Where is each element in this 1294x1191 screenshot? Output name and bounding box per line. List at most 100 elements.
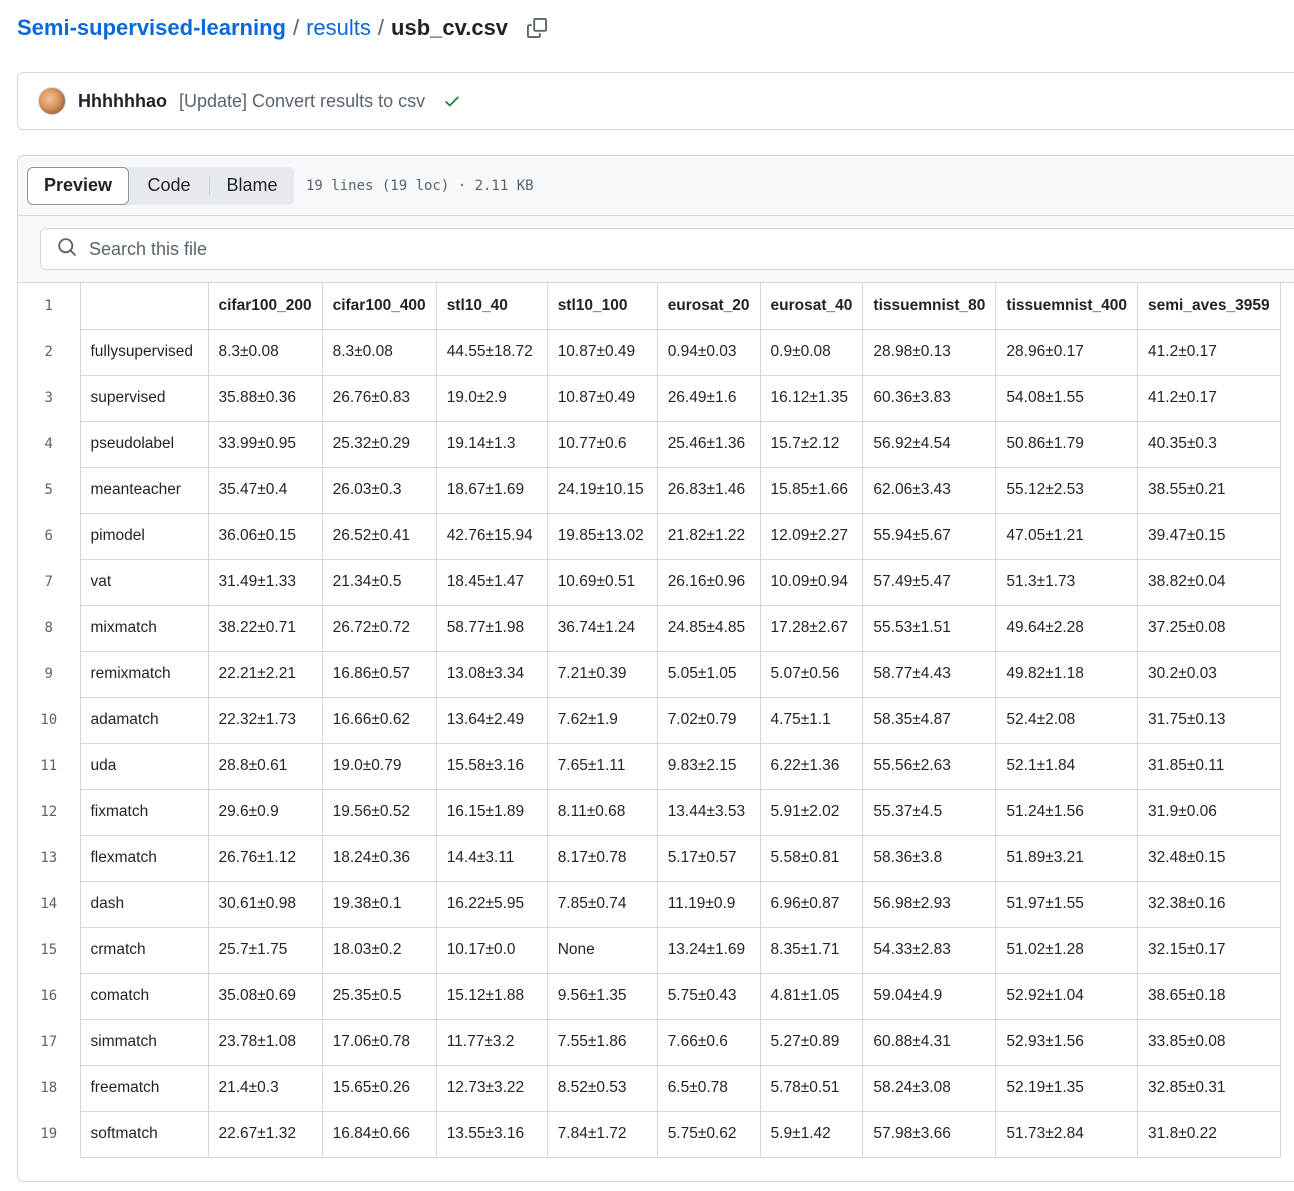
row-label-cell: freematch [79, 1064, 209, 1112]
breadcrumb-folder-link[interactable]: results [306, 15, 371, 41]
table-cell: 41.2±0.17 [1137, 374, 1281, 422]
table-cell: 19.14±1.3 [435, 420, 548, 468]
line-number[interactable]: 1 [18, 283, 81, 329]
table-cell: 58.24±3.08 [862, 1064, 997, 1112]
line-number[interactable]: 13 [18, 835, 81, 881]
table-row: 18 freematch 21.4±0.3 15.65±0.26 12.73±3.22 8… [18, 1064, 1281, 1112]
table-cell: 33.85±0.08 [1137, 1018, 1281, 1066]
table-cell: 8.11±0.68 [546, 788, 658, 836]
table-cell: 19.56±0.52 [321, 788, 437, 836]
line-number[interactable]: 3 [18, 375, 81, 421]
tab-preview[interactable]: Preview [27, 166, 129, 205]
table-cell: 22.32±1.73 [207, 696, 323, 744]
table-cell: 57.49±5.47 [862, 558, 997, 606]
table-cell: 10.17±0.0 [435, 926, 548, 974]
commit-message[interactable]: [Update] Convert results to csv [179, 91, 425, 112]
table-cell: 32.15±0.17 [1137, 926, 1281, 974]
table-cell: 28.8±0.61 [207, 742, 323, 790]
copy-path-icon[interactable] [526, 17, 548, 39]
table-cell: 55.56±2.63 [862, 742, 997, 790]
table-cell: 12.73±3.22 [435, 1064, 548, 1112]
line-number[interactable]: 4 [18, 421, 81, 467]
line-number[interactable]: 8 [18, 605, 81, 651]
line-number[interactable]: 17 [18, 1019, 81, 1065]
table-cell: 62.06±3.43 [862, 466, 997, 514]
search-box[interactable] [40, 228, 1294, 270]
column-header: stl10_40 [435, 283, 548, 330]
line-number[interactable]: 11 [18, 743, 81, 789]
csv-table: 1 cifar100_200 cifar100_400 stl10_40 stl10_1… [18, 283, 1281, 1158]
breadcrumb-repo-link[interactable]: Semi-supervised-learning [17, 15, 286, 41]
table-row: 6 pimodel 36.06±0.15 26.52±0.41 42.76±15.94 1… [18, 512, 1281, 560]
table-cell: 5.75±0.62 [656, 1110, 761, 1158]
row-label-cell: crmatch [79, 926, 209, 974]
tab-blame[interactable]: Blame [210, 167, 294, 205]
table-cell: 17.28±2.67 [759, 604, 864, 652]
table-cell: 50.86±1.79 [995, 420, 1139, 468]
table-row: 4 pseudolabel 33.99±0.95 25.32±0.29 19.14±1.… [18, 420, 1281, 468]
table-cell: 26.49±1.6 [656, 374, 761, 422]
table-cell: 15.65±0.26 [321, 1064, 437, 1112]
table-cell: 10.09±0.94 [759, 558, 864, 606]
column-header: tissuemnist_80 [862, 283, 997, 330]
line-number[interactable]: 5 [18, 467, 81, 513]
table-cell: 18.45±1.47 [435, 558, 548, 606]
table-cell: 32.48±0.15 [1137, 834, 1281, 882]
file-header: Preview Code Blame 19 lines (19 loc) · 2… [18, 156, 1294, 216]
table-row: 8 mixmatch 38.22±0.71 26.72±0.72 58.77±1.98 3… [18, 604, 1281, 652]
table-cell: 36.74±1.24 [546, 604, 658, 652]
line-number[interactable]: 9 [18, 651, 81, 697]
table-cell: 31.85±0.11 [1137, 742, 1281, 790]
table-cell: 16.84±0.66 [321, 1110, 437, 1158]
file-meta: 19 lines (19 loc) · 2.11 KB [306, 177, 534, 194]
avatar[interactable] [38, 87, 66, 115]
line-number[interactable]: 14 [18, 881, 81, 927]
row-label-cell: uda [79, 742, 209, 790]
table-cell: 13.64±2.49 [435, 696, 548, 744]
table-cell: 49.82±1.18 [995, 650, 1139, 698]
table-cell: 13.55±3.16 [435, 1110, 548, 1158]
table-cell: 5.58±0.81 [759, 834, 864, 882]
line-number[interactable]: 12 [18, 789, 81, 835]
table-cell: 13.44±3.53 [656, 788, 761, 836]
row-label-cell: pimodel [79, 512, 209, 560]
line-number[interactable]: 18 [18, 1065, 81, 1111]
table-cell: 21.82±1.22 [656, 512, 761, 560]
search-icon [57, 237, 77, 262]
search-input[interactable] [87, 237, 991, 261]
tab-code[interactable]: Code [129, 167, 209, 205]
row-label-cell: supervised [79, 374, 209, 422]
table-cell: 51.89±3.21 [995, 834, 1139, 882]
table-cell: 58.77±1.98 [435, 604, 548, 652]
table-cell: 15.12±1.88 [435, 972, 548, 1020]
table-cell: 24.19±10.15 [546, 466, 658, 514]
line-number[interactable]: 6 [18, 513, 81, 559]
row-label-cell: adamatch [79, 696, 209, 744]
table-cell: 10.69±0.51 [546, 558, 658, 606]
table-cell: 26.52±0.41 [321, 512, 437, 560]
line-number[interactable]: 10 [18, 697, 81, 743]
column-header: tissuemnist_400 [995, 283, 1139, 330]
column-header [79, 283, 209, 330]
check-icon[interactable] [443, 92, 461, 110]
table-cell: 16.15±1.89 [435, 788, 548, 836]
table-cell: 33.99±0.95 [207, 420, 323, 468]
line-number[interactable]: 2 [18, 329, 81, 375]
table-cell: 38.55±0.21 [1137, 466, 1281, 514]
table-cell: 8.3±0.08 [207, 328, 323, 376]
row-label-cell: pseudolabel [79, 420, 209, 468]
table-cell: 36.06±0.15 [207, 512, 323, 560]
table-cell: 18.24±0.36 [321, 834, 437, 882]
table-cell: 25.35±0.5 [321, 972, 437, 1020]
line-number[interactable]: 7 [18, 559, 81, 605]
table-cell: 4.81±1.05 [759, 972, 864, 1020]
line-number[interactable]: 16 [18, 973, 81, 1019]
table-cell: 26.16±0.96 [656, 558, 761, 606]
line-number[interactable]: 15 [18, 927, 81, 973]
commit-author[interactable]: Hhhhhhao [78, 91, 167, 112]
table-cell: 11.19±0.9 [656, 880, 761, 928]
line-number[interactable]: 19 [18, 1111, 81, 1157]
latest-commit-box: Hhhhhhao [Update] Convert results to csv [17, 72, 1294, 130]
table-cell: 59.04±4.9 [862, 972, 997, 1020]
table-row: 10 adamatch 22.32±1.73 16.66±0.62 13.64±2.49… [18, 696, 1281, 744]
